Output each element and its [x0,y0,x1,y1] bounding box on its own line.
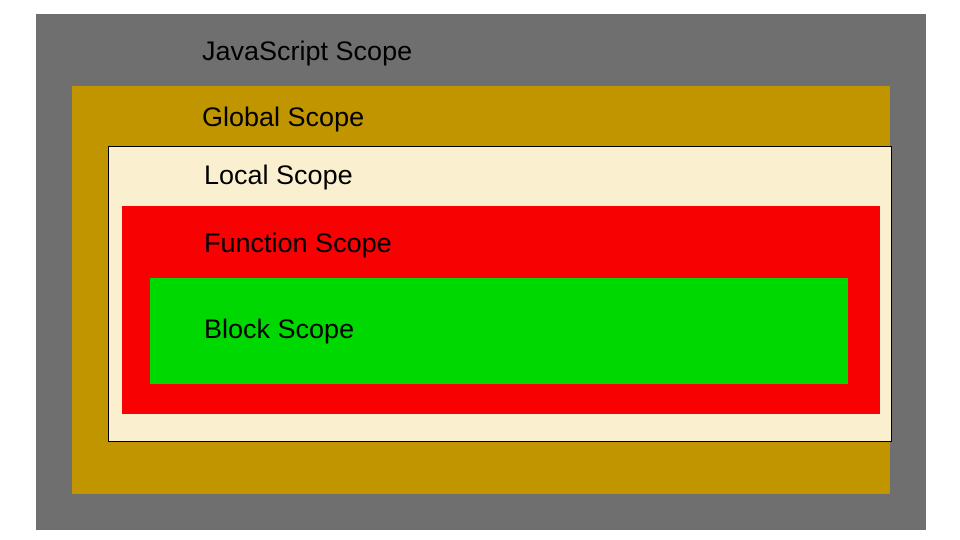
local-scope-label: Local Scope [204,160,353,191]
block-scope-label: Block Scope [204,314,354,345]
function-scope-label: Function Scope [204,228,392,259]
block-scope-box: Block Scope [150,278,848,384]
scope-diagram: JavaScript Scope Global Scope Local Scop… [36,14,926,530]
global-scope-label: Global Scope [202,102,364,133]
javascript-scope-label: JavaScript Scope [202,36,412,67]
